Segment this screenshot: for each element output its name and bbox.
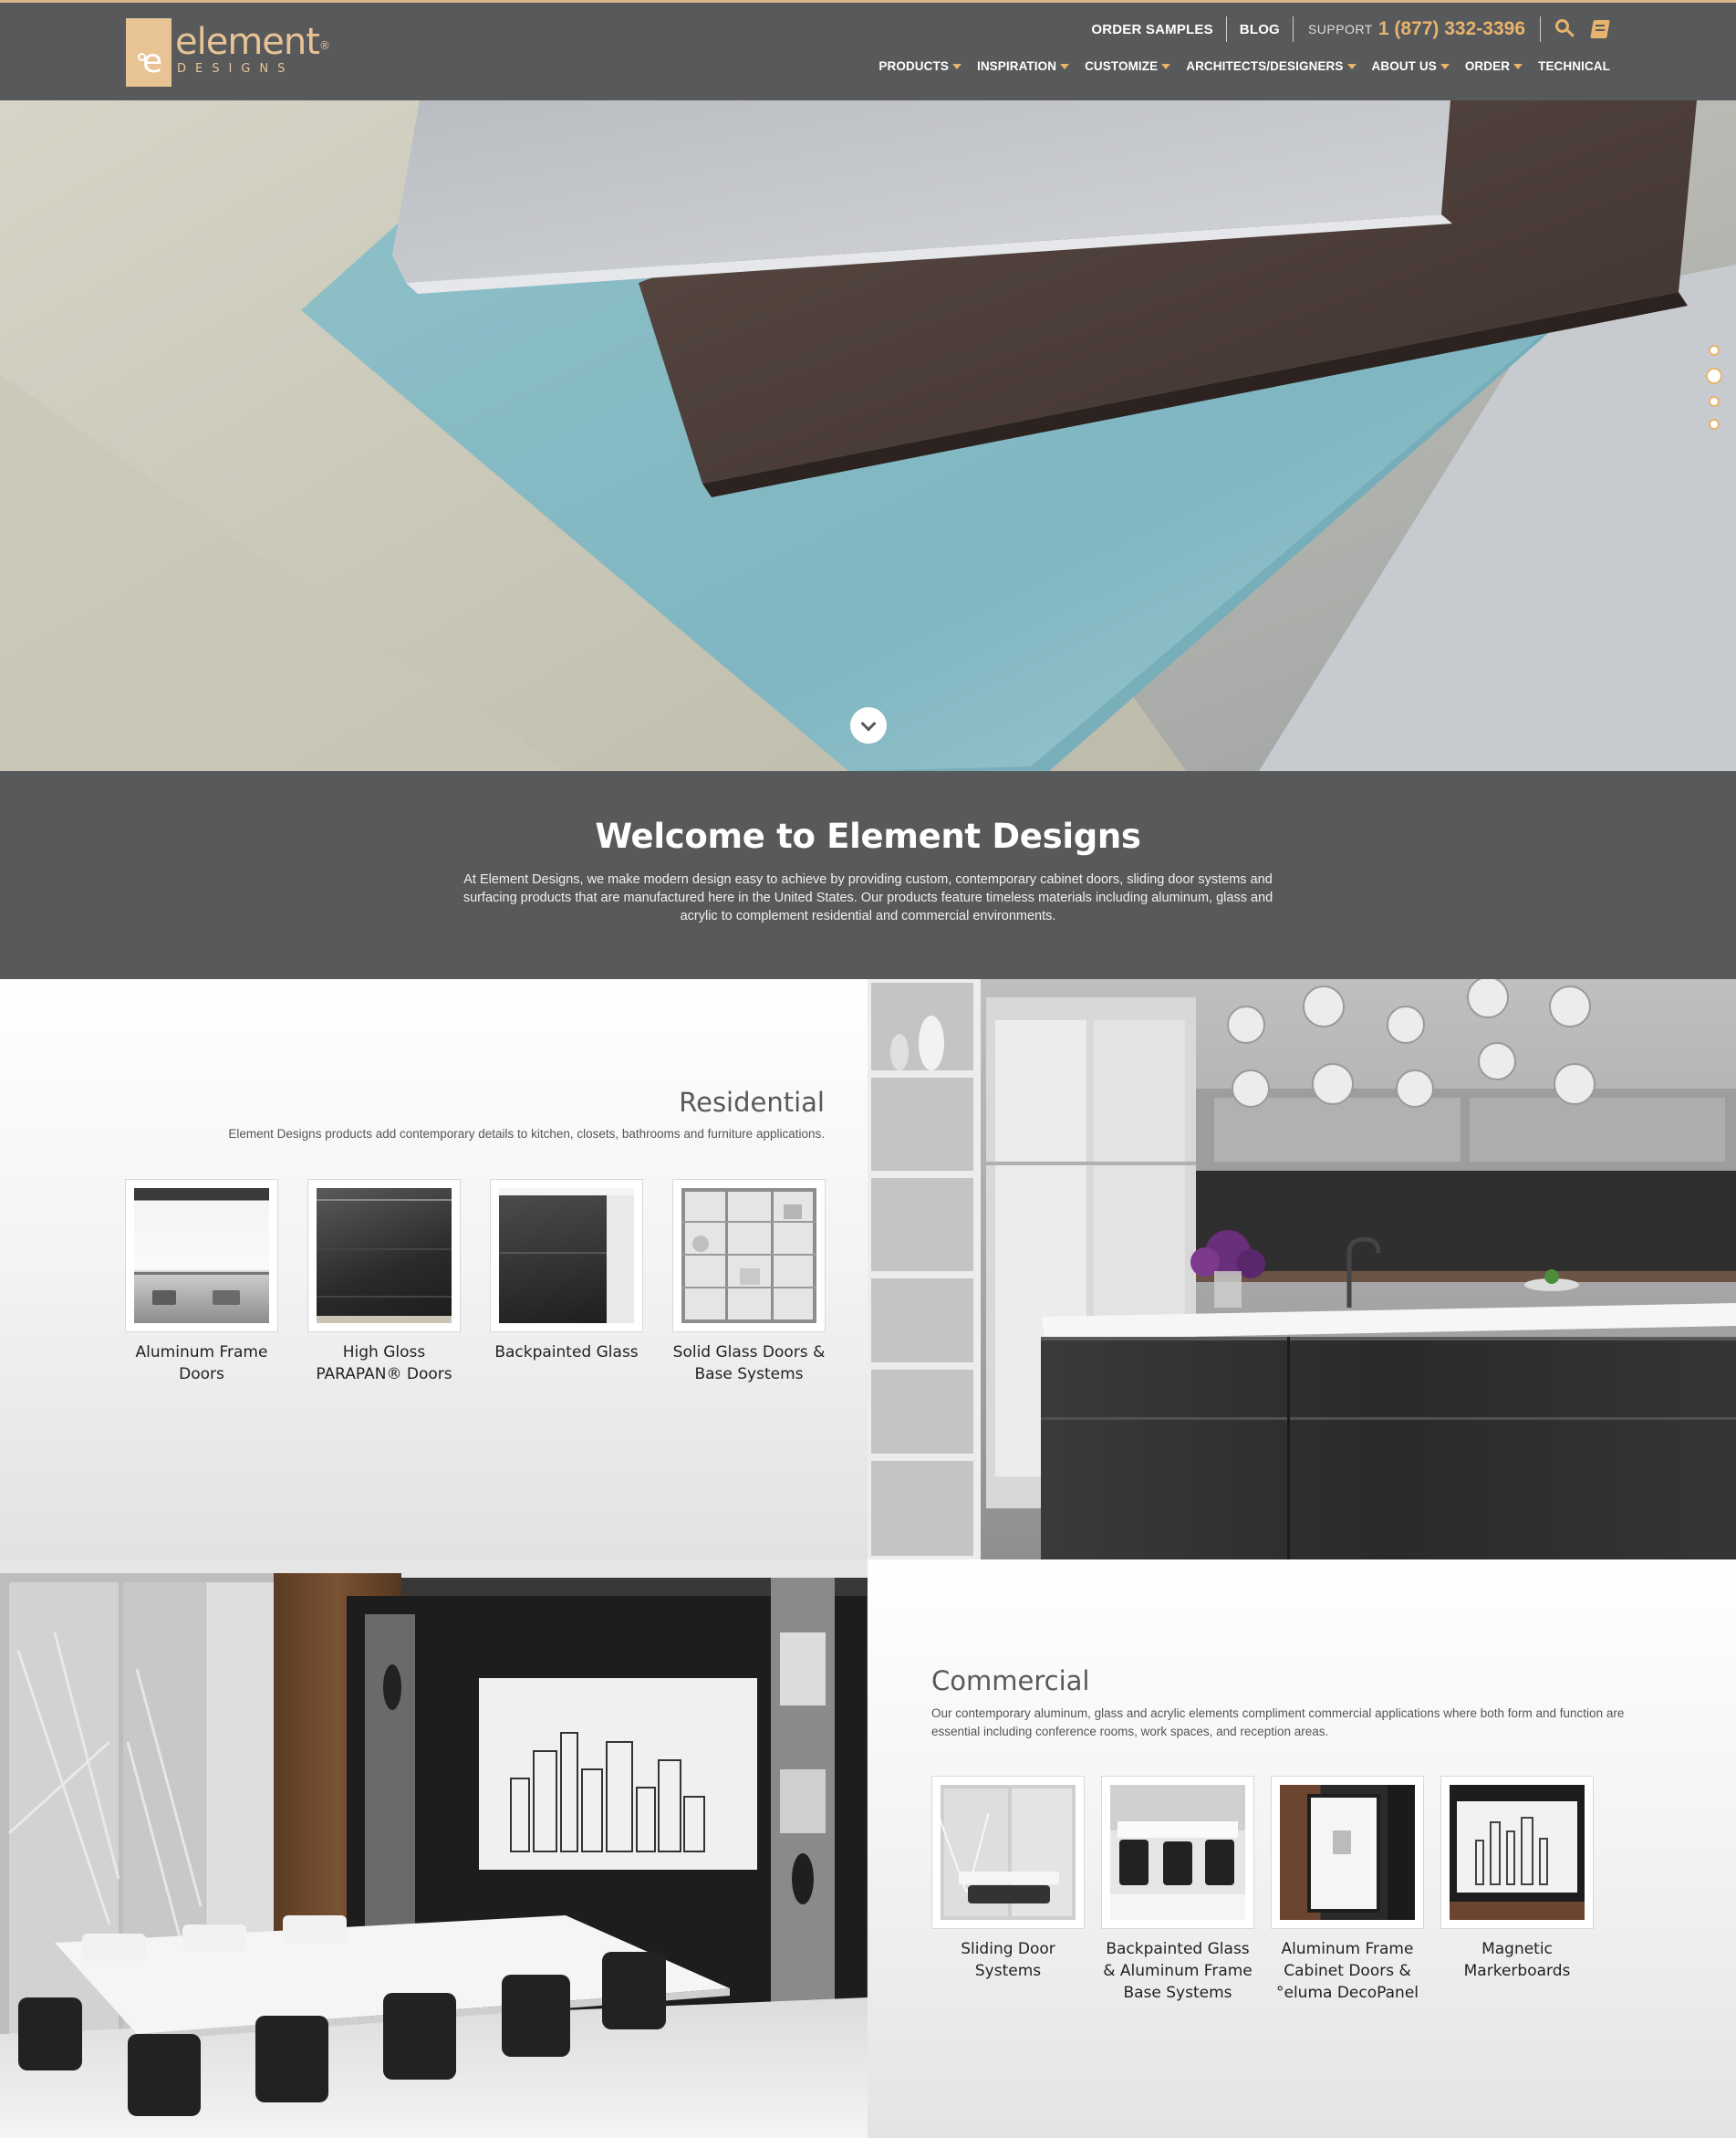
- product-label: High Gloss PARAPAN® Doors: [316, 1343, 452, 1383]
- commercial-product-list: Sliding Door Systems Backpainted Glass &…: [931, 1776, 1594, 2004]
- order-samples-link[interactable]: ORDER SAMPLES: [1078, 22, 1225, 37]
- blog-link[interactable]: BLOG: [1227, 22, 1293, 37]
- hero-slider: [0, 100, 1736, 771]
- product-thumbnail: [307, 1179, 461, 1332]
- support-label: SUPPORT: [1307, 22, 1373, 37]
- search-icon[interactable]: [1555, 19, 1575, 39]
- chevron-down-icon: [951, 63, 962, 69]
- product-thumbnail: [672, 1179, 826, 1332]
- product-tile-solid-glass-doors[interactable]: Solid Glass Doors & Base Systems: [672, 1179, 826, 1385]
- product-thumbnail: [1440, 1776, 1594, 1929]
- product-thumbnail: [1101, 1776, 1254, 1929]
- slide-dot-3[interactable]: [1709, 396, 1720, 407]
- product-tile-backpainted-glass[interactable]: Backpainted Glass: [490, 1179, 643, 1385]
- product-tile-sliding-door-systems[interactable]: Sliding Door Systems: [931, 1776, 1085, 2004]
- logo-wordmark: element®: [175, 21, 330, 63]
- nav-order[interactable]: ORDER: [1465, 59, 1523, 73]
- support-phone-link[interactable]: 1 (877) 332-3396: [1378, 18, 1540, 40]
- main-navigation: PRODUCTS INSPIRATION CUSTOMIZE ARCHITECT…: [863, 59, 1610, 73]
- slide-dot-2[interactable]: [1706, 368, 1722, 384]
- hero-glass-panels-image: [0, 100, 1736, 771]
- commercial-section: Commercial Our contemporary aluminum, gl…: [868, 1559, 1736, 2138]
- welcome-section: Welcome to Element Designs At Element De…: [0, 771, 1736, 979]
- commercial-conference-room-image: [0, 1559, 868, 2138]
- site-logo[interactable]: e element® DESIGNS: [126, 18, 330, 87]
- product-tile-high-gloss-parapan-doors[interactable]: High Gloss PARAPAN® Doors: [307, 1179, 461, 1385]
- product-tile-aluminum-frame-cabinet-doors[interactable]: Aluminum Frame Cabinet Doors & °eluma De…: [1271, 1776, 1424, 2004]
- chevron-down-icon: [1161, 63, 1171, 69]
- chevron-down-icon: [1060, 63, 1070, 69]
- product-tile-backpainted-glass-base[interactable]: Backpainted Glass & Aluminum Frame Base …: [1101, 1776, 1254, 2004]
- commercial-description: Our contemporary aluminum, glass and acr…: [931, 1706, 1625, 1738]
- commercial-title: Commercial: [931, 1665, 1090, 1696]
- product-tile-aluminum-frame-doors[interactable]: Aluminum Frame Doors: [125, 1179, 278, 1385]
- product-tile-magnetic-markerboards[interactable]: Magnetic Markerboards: [1440, 1776, 1594, 2004]
- slide-dot-4[interactable]: [1709, 419, 1720, 430]
- welcome-title: Welcome to Element Designs: [595, 817, 1141, 856]
- product-thumbnail: [1271, 1776, 1424, 1929]
- nav-customize[interactable]: CUSTOMIZE: [1085, 59, 1171, 73]
- product-label: Backpainted Glass & Aluminum Frame Base …: [1103, 1940, 1253, 2002]
- utility-bar: ORDER SAMPLES BLOG SUPPORT 1 (877) 332-3…: [1078, 16, 1610, 43]
- chevron-down-icon: [1513, 63, 1523, 69]
- product-label: Magnetic Markerboards: [1463, 1940, 1571, 1980]
- nav-products[interactable]: PRODUCTS: [878, 59, 962, 73]
- product-thumbnail: [490, 1179, 643, 1332]
- nav-inspiration[interactable]: INSPIRATION: [977, 59, 1070, 73]
- product-label: Sliding Door Systems: [961, 1940, 1055, 1980]
- logo-mark: e: [126, 18, 172, 87]
- product-thumbnail: [125, 1179, 278, 1332]
- product-label: Solid Glass Doors & Base Systems: [672, 1343, 826, 1383]
- product-label: Backpainted Glass: [494, 1343, 639, 1361]
- nav-technical[interactable]: TECHNICAL: [1538, 59, 1610, 73]
- residential-title: Residential: [679, 1087, 825, 1118]
- logo-subtitle: DESIGNS: [177, 62, 295, 76]
- residential-kitchen-image: [868, 979, 1736, 1559]
- scroll-down-button[interactable]: [850, 707, 887, 744]
- chevron-down-icon: [1440, 63, 1450, 69]
- divider: [1540, 16, 1541, 42]
- slider-pagination: [1706, 345, 1722, 442]
- product-label: Aluminum Frame Cabinet Doors & °eluma De…: [1276, 1940, 1419, 2002]
- residential-product-list: Aluminum Frame Doors High Gloss PARAPAN®…: [125, 1179, 826, 1385]
- nav-about-us[interactable]: ABOUT US: [1372, 59, 1450, 73]
- site-header: e element® DESIGNS ORDER SAMPLES BLOG SU…: [0, 0, 1736, 100]
- chevron-down-icon: [1346, 63, 1357, 69]
- catalog-book-icon[interactable]: [1590, 19, 1610, 39]
- slide-dot-1[interactable]: [1709, 345, 1720, 356]
- product-label: Aluminum Frame Doors: [135, 1343, 268, 1383]
- chevron-down-icon: [860, 715, 877, 732]
- residential-section: Residential Element Designs products add…: [0, 979, 868, 1559]
- residential-description: Element Designs products add contemporar…: [228, 1127, 825, 1141]
- nav-architects-designers[interactable]: ARCHITECTS/DESIGNERS: [1186, 59, 1357, 73]
- product-thumbnail: [931, 1776, 1085, 1929]
- welcome-text: At Element Designs, we make modern desig…: [463, 872, 1273, 923]
